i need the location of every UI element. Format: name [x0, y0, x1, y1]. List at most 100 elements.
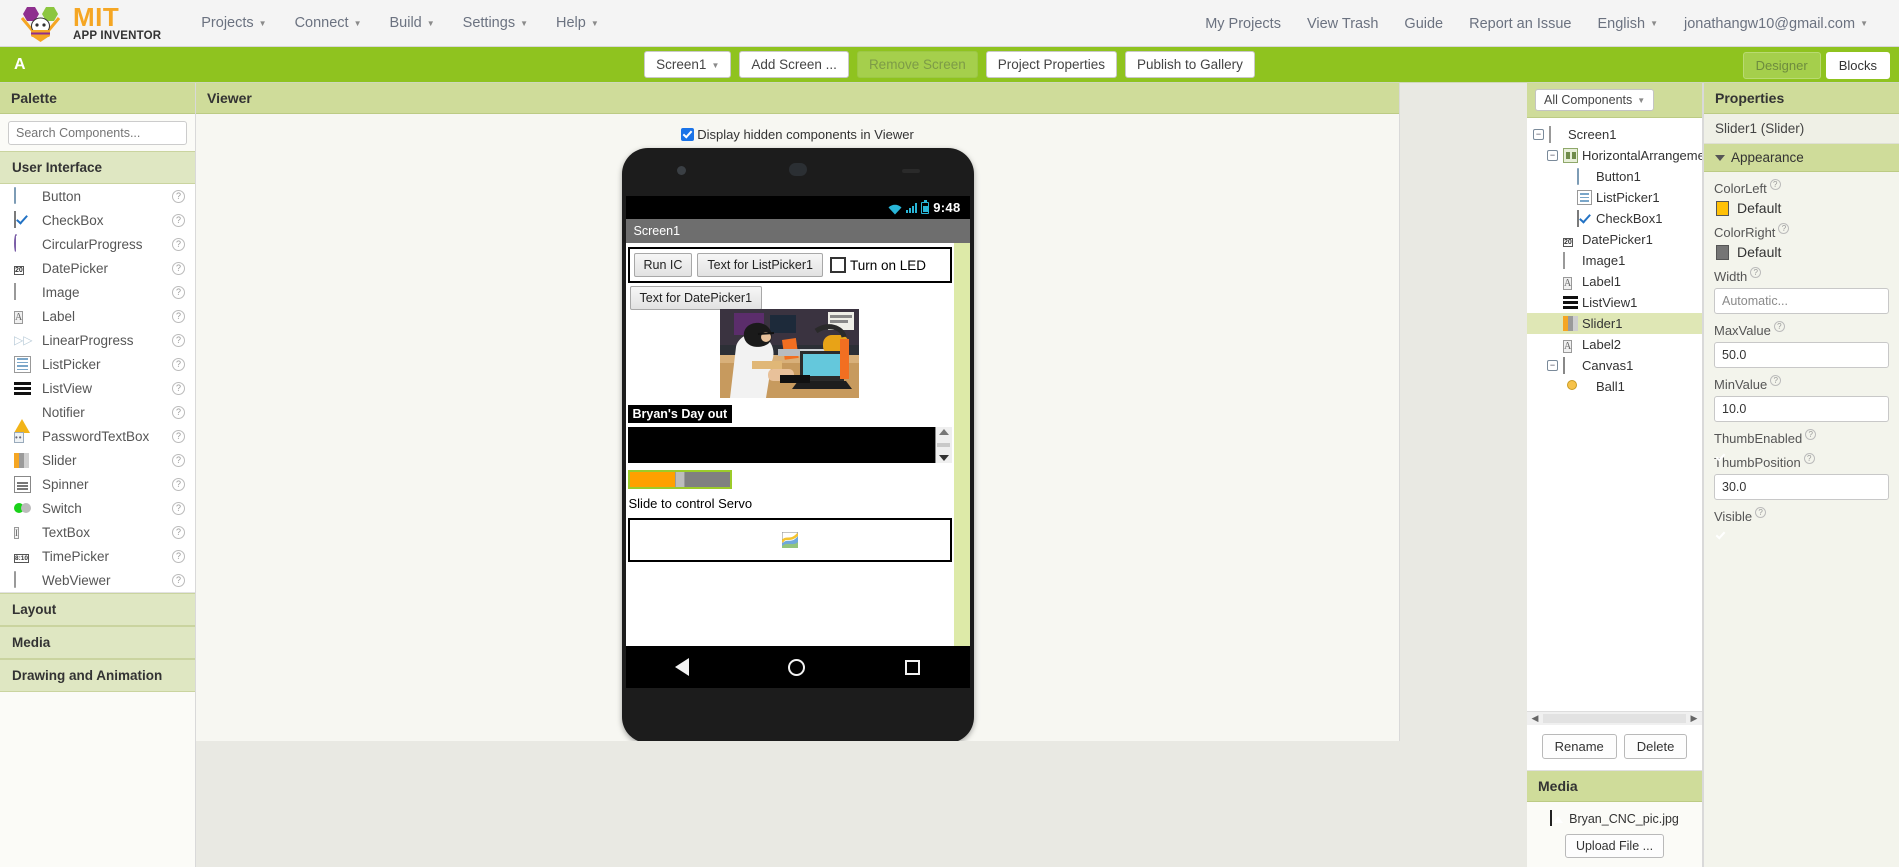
link-my-projects[interactable]: My Projects	[1192, 10, 1294, 38]
palette-item-button[interactable]: Button ?	[0, 184, 195, 208]
search-components-input[interactable]	[8, 121, 187, 145]
display-hidden-components-checkbox[interactable]	[681, 128, 695, 141]
menu-help[interactable]: Help ▼	[542, 9, 613, 37]
viewer-datepicker1[interactable]: Text for DatePicker1	[629, 286, 763, 310]
palette-section-drawing-and-animation[interactable]: Drawing and Animation	[0, 659, 195, 692]
viewer-horizontalarrangement1[interactable]: Run IC Text for ListPicker1 Turn on LED	[627, 247, 952, 283]
home-icon[interactable]	[788, 658, 806, 676]
add-screen-button[interactable]: Add Screen ...	[739, 50, 849, 79]
tree-node-button1[interactable]: Button1	[1527, 166, 1702, 187]
remove-screen-button[interactable]: Remove Screen	[856, 50, 978, 79]
palette-item-label[interactable]: A Label ?	[0, 304, 195, 328]
tree-node-listview1[interactable]: ListView1	[1527, 292, 1702, 313]
help-icon[interactable]: ?	[1750, 267, 1762, 278]
tree-node-screen1[interactable]: − Screen1	[1527, 124, 1702, 145]
user-email-menu[interactable]: jonathangw10@gmail.com ▼	[1671, 10, 1881, 38]
help-icon[interactable]: ?	[172, 477, 185, 491]
tab-designer[interactable]: Designer	[1742, 51, 1821, 79]
scrollbar-thumb[interactable]	[937, 443, 950, 447]
palette-item-listview[interactable]: ListView ?	[0, 376, 195, 400]
menu-connect[interactable]: Connect ▼	[281, 9, 376, 37]
help-icon[interactable]: ?	[172, 357, 185, 371]
tree-node-image1[interactable]: Image1	[1527, 250, 1702, 271]
help-icon[interactable]: ?	[172, 405, 185, 419]
scrollbar-track[interactable]	[1543, 714, 1686, 723]
tree-node-ball1[interactable]: Ball1	[1527, 376, 1702, 397]
viewer-checkbox1[interactable]: Turn on LED	[830, 257, 926, 273]
collapse-icon[interactable]: −	[1547, 150, 1558, 161]
palette-item-webviewer[interactable]: WebViewer ?	[0, 568, 195, 592]
palette-item-listpicker[interactable]: ListPicker ?	[0, 352, 195, 376]
tree-node-slider1[interactable]: Slider1	[1527, 313, 1702, 334]
project-properties-button[interactable]: Project Properties	[985, 50, 1118, 79]
palette-item-linearprogress[interactable]: ▷▷ LinearProgress ?	[0, 328, 195, 352]
palette-item-timepicker[interactable]: 8:10 TimePicker ?	[0, 544, 195, 568]
rename-button[interactable]: Rename	[1541, 734, 1617, 759]
viewer-canvas1[interactable]	[627, 518, 952, 562]
help-icon[interactable]: ?	[1778, 223, 1790, 234]
palette-item-notifier[interactable]: Notifier ?	[0, 400, 195, 433]
help-icon[interactable]: ?	[172, 285, 185, 299]
help-icon[interactable]: ?	[1770, 375, 1782, 386]
help-icon[interactable]: ?	[172, 549, 185, 563]
help-icon[interactable]: ?	[172, 429, 185, 443]
ball-icon[interactable]	[780, 531, 799, 549]
palette-item-image[interactable]: Image ?	[0, 280, 195, 304]
link-view-trash[interactable]: View Trash	[1294, 10, 1391, 38]
tree-node-label1[interactable]: A Label1	[1527, 271, 1702, 292]
listview-scrollbar[interactable]	[934, 427, 952, 463]
viewer-slider1[interactable]	[627, 470, 732, 489]
upload-file-button[interactable]: Upload File ...	[1564, 834, 1665, 858]
publish-to-gallery-button[interactable]: Publish to Gallery	[1125, 50, 1255, 79]
property-input-width[interactable]	[1714, 288, 1889, 314]
menu-build[interactable]: Build ▼	[376, 9, 449, 37]
media-file-item[interactable]: Bryan_CNC_pic.jpg	[1527, 810, 1702, 826]
delete-button[interactable]: Delete	[1623, 734, 1688, 759]
palette-section-layout[interactable]: Layout	[0, 593, 195, 626]
help-icon[interactable]: ?	[172, 189, 185, 203]
language-selector[interactable]: English ▼	[1585, 10, 1671, 38]
tab-blocks[interactable]: Blocks	[1825, 51, 1890, 79]
all-components-dropdown[interactable]: All Components ▼	[1535, 89, 1655, 111]
tree-node-datepicker1[interactable]: 20 DatePicker1	[1527, 229, 1702, 250]
help-icon[interactable]: ?	[172, 237, 185, 251]
slider-thumb[interactable]	[674, 472, 685, 487]
collapse-icon[interactable]: −	[1547, 360, 1558, 371]
palette-section-media[interactable]: Media	[0, 626, 195, 659]
palette-item-slider[interactable]: Slider ?	[0, 448, 195, 472]
scroll-left-icon[interactable]: ◀	[1529, 713, 1541, 724]
properties-group-appearance[interactable]: Appearance	[1704, 144, 1899, 172]
help-icon[interactable]: ?	[172, 333, 185, 347]
help-icon[interactable]: ?	[1773, 321, 1785, 332]
tree-node-listpicker1[interactable]: ListPicker1	[1527, 187, 1702, 208]
palette-item-spinner[interactable]: Spinner ?	[0, 472, 195, 496]
help-icon[interactable]: ?	[1769, 179, 1781, 190]
property-value-colorleft[interactable]: Default	[1714, 200, 1889, 216]
help-icon[interactable]: ?	[172, 261, 185, 275]
link-report-an-issue[interactable]: Report an Issue	[1456, 10, 1584, 38]
collapse-icon[interactable]: −	[1533, 129, 1544, 140]
tree-node-horizontalarrangement1[interactable]: − HorizontalArrangement1	[1527, 145, 1702, 166]
palette-item-passwordtextbox[interactable]: •• PasswordTextBox ?	[0, 424, 195, 448]
chevron-down-icon[interactable]	[938, 455, 949, 461]
screen-selector-dropdown[interactable]: Screen1 ▼	[644, 50, 732, 79]
recents-icon[interactable]	[904, 659, 920, 675]
palette-section-user-interface[interactable]: User Interface	[0, 151, 195, 184]
tree-node-label2[interactable]: A Label2	[1527, 334, 1702, 355]
help-icon[interactable]: ?	[172, 501, 185, 515]
viewer-label2[interactable]: Slide to control Servo	[626, 490, 954, 511]
color-swatch[interactable]	[1716, 200, 1729, 216]
viewer-image1[interactable]	[720, 309, 859, 398]
palette-item-textbox[interactable]: I TextBox ?	[0, 520, 195, 544]
help-icon[interactable]: ?	[172, 573, 185, 587]
palette-item-switch[interactable]: Switch ?	[0, 496, 195, 520]
property-value-colorright[interactable]: Default	[1714, 244, 1889, 260]
color-swatch[interactable]	[1716, 244, 1729, 260]
chevron-up-icon[interactable]	[938, 429, 949, 435]
help-icon[interactable]: ?	[172, 381, 185, 395]
help-icon[interactable]: ?	[1755, 507, 1767, 518]
menu-settings[interactable]: Settings ▼	[449, 9, 542, 37]
viewer-listpicker1[interactable]: Text for ListPicker1	[697, 253, 823, 277]
help-icon[interactable]: ?	[172, 525, 185, 539]
viewer-label1[interactable]: Bryan's Day out	[627, 405, 733, 423]
